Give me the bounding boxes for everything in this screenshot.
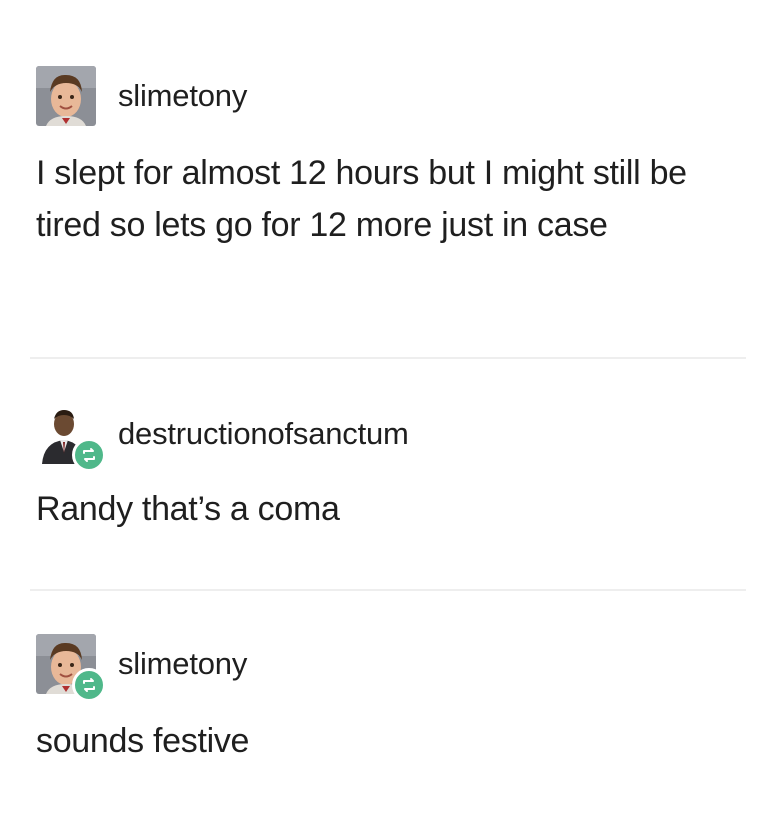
reblog-icon — [72, 668, 106, 702]
username[interactable]: slimetony — [118, 78, 247, 114]
reblog-icon — [72, 438, 106, 472]
post-reblog-reply: destructionofsanctum Randy that’s a coma — [36, 401, 748, 535]
post-reblog-reply: slimetony sounds festive — [36, 631, 748, 767]
post-text: I slept for almost 12 hours but I might … — [36, 154, 696, 244]
post-divider — [30, 357, 746, 359]
child-portrait-avatar-icon — [36, 66, 96, 126]
post-header: slimetony — [36, 63, 748, 129]
avatar[interactable] — [36, 404, 106, 472]
post-header: destructionofsanctum — [36, 401, 748, 472]
post-text: sounds festive — [36, 722, 250, 760]
post-divider — [30, 589, 746, 591]
username[interactable]: destructionofsanctum — [118, 416, 409, 452]
avatar[interactable] — [36, 634, 106, 702]
post-text: Randy that’s a coma — [36, 490, 340, 528]
avatar[interactable] — [36, 66, 96, 126]
post-header: slimetony — [36, 631, 748, 702]
post-original: slimetony I slept for almost 12 hours bu… — [36, 63, 748, 251]
username[interactable]: slimetony — [118, 646, 247, 682]
